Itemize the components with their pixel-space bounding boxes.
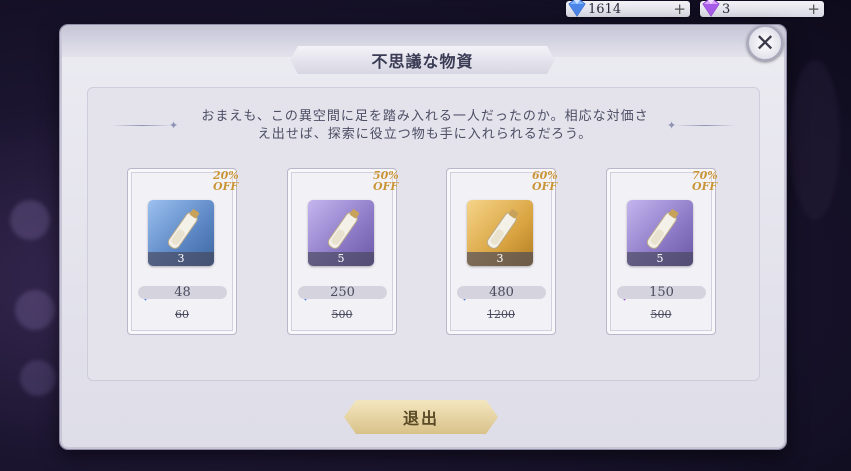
- title-plate: 不思議な物資: [290, 46, 555, 74]
- background-decoration: [10, 200, 50, 240]
- sparkle-icon: ✦: [667, 119, 677, 132]
- background-decoration: [15, 290, 55, 330]
- divider-left: [112, 125, 172, 126]
- exit-button-label: 退出: [402, 409, 439, 428]
- add-purple-currency-button[interactable]: +: [807, 0, 820, 18]
- item-slot: 3: [467, 200, 533, 266]
- description-line-1: おまえも、この異空間に足を踏み入れる一人だったのか。相応な対価さ: [201, 109, 649, 124]
- price-display: 48: [138, 286, 227, 299]
- background-decoration: [790, 60, 840, 220]
- original-price: 60: [175, 308, 189, 321]
- discount-label: 60% OFF: [532, 169, 558, 193]
- discount-label: 20% OFF: [213, 169, 239, 193]
- price-display: 250: [298, 286, 387, 299]
- currency-purple-value: 3: [722, 1, 731, 17]
- item-slot: 3: [148, 200, 214, 266]
- exit-button[interactable]: 退出: [344, 400, 498, 434]
- discount-label: 70% OFF: [692, 169, 718, 193]
- add-blue-currency-button[interactable]: +: [673, 0, 686, 18]
- blue-gem-icon: [568, 0, 586, 17]
- item-quantity: 5: [627, 252, 693, 266]
- price-display: 480: [457, 286, 546, 299]
- divider-right: [675, 125, 735, 126]
- purple-gem-icon: [702, 0, 720, 17]
- item-quantity: 3: [467, 252, 533, 266]
- close-icon: ✕: [754, 29, 776, 57]
- original-price: 500: [331, 308, 353, 321]
- item-slot: 5: [308, 200, 374, 266]
- price-display: 150: [617, 286, 706, 299]
- currency-blue: 1614 +: [566, 0, 690, 18]
- original-price: 500: [650, 308, 672, 321]
- original-price: 1200: [487, 308, 515, 321]
- dialog-title: 不思議な物資: [371, 52, 474, 71]
- close-button[interactable]: ✕: [747, 25, 783, 61]
- background-decoration: [20, 360, 56, 396]
- item-slot: 5: [627, 200, 693, 266]
- currency-purple: 3 +: [700, 0, 824, 18]
- description-line-2: え出せば、探索に役立つ物も手に入れられるだろう。: [257, 127, 593, 142]
- discount-label: 50% OFF: [373, 169, 399, 193]
- item-quantity: 5: [308, 252, 374, 266]
- sparkle-icon: ✦: [169, 119, 179, 132]
- item-quantity: 3: [148, 252, 214, 266]
- dialog-description: おまえも、この異空間に足を踏み入れる一人だったのか。相応な対価さ え出せば、探索…: [185, 108, 665, 144]
- currency-blue-value: 1614: [588, 1, 622, 17]
